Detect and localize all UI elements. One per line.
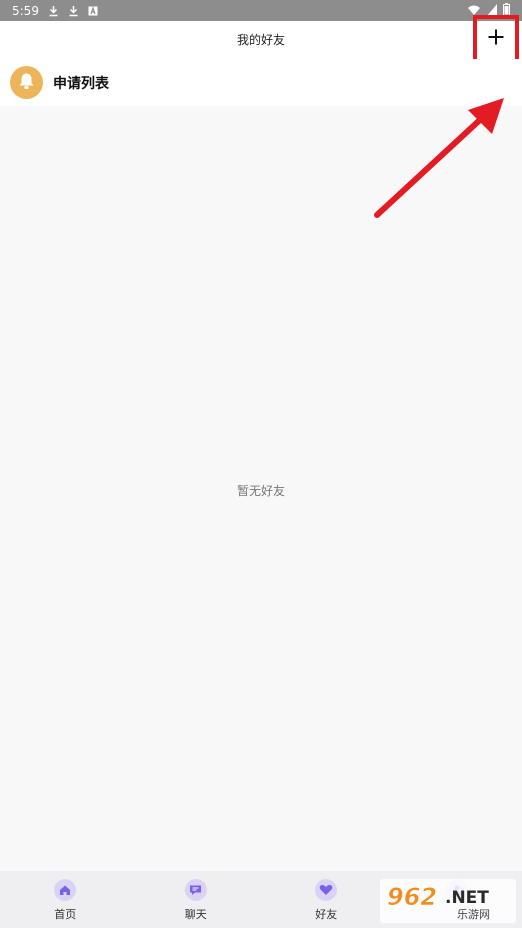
status-bar: 5:59 xyxy=(0,0,522,21)
chat-icon xyxy=(184,879,207,901)
svg-text:乐游网: 乐游网 xyxy=(457,908,490,921)
nav-label-friends: 好友 xyxy=(315,908,338,921)
empty-state-text: 暂无好友 xyxy=(236,484,285,498)
nav-label-home: 首页 xyxy=(54,908,77,921)
svg-text:962: 962 xyxy=(387,883,437,911)
watermark-logo: 962 .NET 乐游网 xyxy=(380,879,516,923)
download-icon xyxy=(68,5,79,17)
download-icon xyxy=(48,5,59,17)
notification-a-icon xyxy=(88,5,99,17)
annotation-arrow xyxy=(374,98,504,218)
home-icon xyxy=(54,879,77,901)
plus-icon xyxy=(487,28,505,50)
nav-label-chat: 聊天 xyxy=(184,908,207,921)
app-header: 我的好友 xyxy=(0,15,522,63)
page-title: 我的好友 xyxy=(236,33,285,47)
status-time: 5:59 xyxy=(12,3,39,18)
nav-item-friends[interactable]: 好友 xyxy=(261,871,392,928)
request-list-label: 申请列表 xyxy=(53,75,109,92)
heart-icon xyxy=(315,879,338,901)
svg-text:.NET: .NET xyxy=(445,888,489,908)
bell-icon xyxy=(18,72,35,94)
nav-item-home[interactable]: 首页 xyxy=(0,871,131,928)
add-friend-button[interactable] xyxy=(473,15,519,63)
nav-item-chat[interactable]: 聊天 xyxy=(131,871,262,928)
bell-avatar xyxy=(10,66,43,99)
